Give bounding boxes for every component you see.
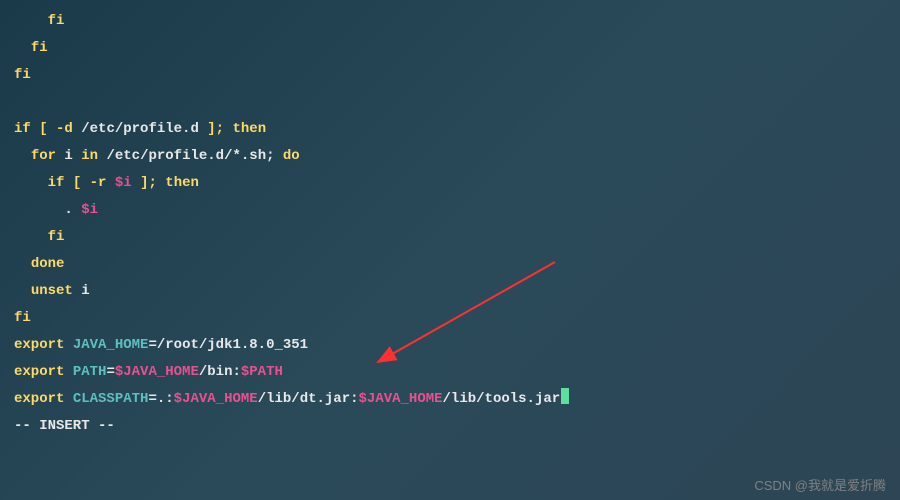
var-ref: $JAVA_HOME: [359, 391, 443, 407]
code-line: fi: [14, 62, 886, 89]
assign-op: =: [148, 337, 156, 353]
code-line: fi: [14, 35, 886, 62]
keyword-export: export: [14, 364, 64, 380]
keyword-done: done: [31, 256, 65, 272]
watermark-text: CSDN @我就是爱折腾: [754, 475, 886, 494]
code-line: . $i: [14, 197, 886, 224]
var-ref: $JAVA_HOME: [174, 391, 258, 407]
path-literal: /etc/profile.d: [73, 121, 207, 137]
test-flag: -r: [90, 175, 107, 191]
dot-source: .: [64, 202, 81, 218]
code-line: if [ -r $i ]; then: [14, 170, 886, 197]
keyword-fi: fi: [48, 229, 65, 245]
code-line: unset i: [14, 278, 886, 305]
code-line: fi: [14, 305, 886, 332]
keyword-fi: fi: [31, 40, 48, 56]
vim-mode-indicator: -- INSERT --: [14, 413, 886, 440]
path-segment: /bin:: [199, 364, 241, 380]
keyword-export: export: [14, 391, 64, 407]
var-name: PATH: [73, 364, 107, 380]
test-flag: -d: [56, 121, 73, 137]
keyword-fi: fi: [14, 310, 31, 326]
code-line: done: [14, 251, 886, 278]
path-value: /root/jdk1.8.0_351: [157, 337, 308, 353]
keyword-fi: fi: [14, 67, 31, 83]
var-ref: $PATH: [241, 364, 283, 380]
keyword-fi: fi: [48, 13, 65, 29]
keyword-then: then: [165, 175, 199, 191]
code-line: [14, 89, 886, 116]
editor-content[interactable]: fi fi fi if [ -d /etc/profile.d ]; then …: [14, 8, 886, 440]
unset-var: i: [73, 283, 90, 299]
keyword-then: then: [232, 121, 266, 137]
test-bracket: [: [31, 121, 56, 137]
test-bracket: [: [64, 175, 89, 191]
loop-var: i: [56, 148, 81, 164]
keyword-do: do: [283, 148, 300, 164]
code-line: export CLASSPATH=.:$JAVA_HOME/lib/dt.jar…: [14, 386, 886, 413]
code-line: if [ -d /etc/profile.d ]; then: [14, 116, 886, 143]
var-name: CLASSPATH: [73, 391, 149, 407]
var-ref: $i: [81, 202, 98, 218]
keyword-for: for: [31, 148, 56, 164]
assign-op: =: [106, 364, 114, 380]
code-line: for i in /etc/profile.d/*.sh; do: [14, 143, 886, 170]
code-line: fi: [14, 8, 886, 35]
code-line: export PATH=$JAVA_HOME/bin:$PATH: [14, 359, 886, 386]
keyword-in: in: [81, 148, 98, 164]
path-segment: .:: [157, 391, 174, 407]
path-segment: /lib/dt.jar:: [258, 391, 359, 407]
keyword-if: if: [48, 175, 65, 191]
var-name: JAVA_HOME: [73, 337, 149, 353]
keyword-export: export: [14, 337, 64, 353]
assign-op: =: [148, 391, 156, 407]
keyword-if: if: [14, 121, 31, 137]
var-ref: $JAVA_HOME: [115, 364, 199, 380]
path-glob: /etc/profile.d/*.sh;: [98, 148, 283, 164]
keyword-unset: unset: [31, 283, 73, 299]
cursor-icon: [561, 388, 569, 404]
test-bracket: ];: [207, 121, 232, 137]
code-line: fi: [14, 224, 886, 251]
path-segment: /lib/tools.jar: [443, 391, 561, 407]
code-line: export JAVA_HOME=/root/jdk1.8.0_351: [14, 332, 886, 359]
var-ref: $i: [115, 175, 132, 191]
test-bracket: ];: [140, 175, 165, 191]
